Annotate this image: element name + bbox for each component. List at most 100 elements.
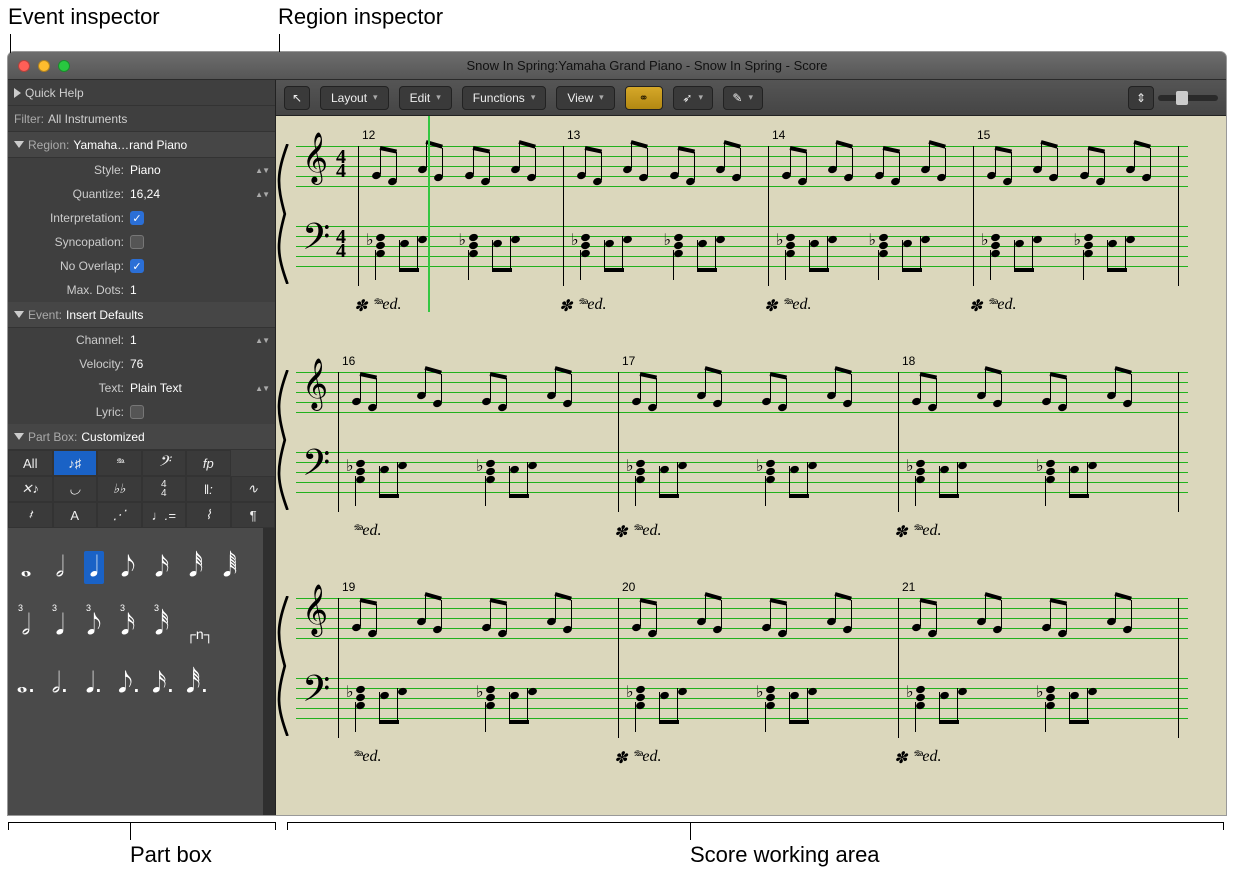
partbox-tab-timesig[interactable]: 44 — [142, 476, 187, 502]
triplet-thirtysecond-icon[interactable]: 3𝅘𝅥𝅰 — [152, 609, 172, 642]
note-group — [827, 372, 855, 422]
interpretation-checkbox[interactable]: ✓ — [130, 211, 144, 225]
partbox-tab-accidentals[interactable]: ♭♭ — [97, 476, 142, 502]
triplet-sixteenth-icon[interactable]: 3𝅘𝅥𝅯 — [118, 609, 138, 642]
partbox-tab-layout[interactable]: ¶ — [231, 502, 276, 528]
partbox-tab-notes[interactable]: ♪♯ — [53, 450, 98, 476]
filter-row[interactable]: Filter: All Instruments — [8, 106, 275, 132]
half-note-icon[interactable]: 𝅗𝅥 — [50, 551, 70, 584]
dotted-sixteenth-icon[interactable]: 𝅘𝅥𝅯. — [152, 667, 172, 700]
partbox-tab-pedal[interactable]: 𝆮 — [97, 450, 142, 476]
partbox-tab-barlines[interactable]: ‖: — [186, 476, 231, 502]
chevron-down-icon: ▾ — [531, 92, 536, 103]
leader-dot — [10, 34, 11, 35]
style-param[interactable]: Style: Piano ▲▼ — [8, 158, 275, 182]
eighth-note-icon[interactable]: 𝅘𝅥𝅮 — [118, 551, 138, 584]
note-group — [827, 598, 855, 648]
close-button[interactable] — [18, 60, 30, 72]
link-button[interactable]: ⚭ — [625, 86, 663, 110]
stepper-icon[interactable]: ▲▼ — [255, 384, 269, 393]
partbox-tab-all[interactable]: All — [8, 450, 53, 476]
zoom-slider[interactable] — [1158, 95, 1218, 101]
note-group: ♭ — [486, 678, 546, 738]
maximize-button[interactable] — [58, 60, 70, 72]
quarter-note-icon[interactable]: 𝅘𝅥 — [84, 551, 104, 584]
partbox-tab-arpeggio[interactable]: ⌇ — [186, 502, 231, 528]
note-group: ♭ — [581, 226, 641, 286]
partbox-tab-clef[interactable]: 𝄢 — [142, 450, 187, 476]
partbox-tab-tremolo[interactable]: ⋰ — [97, 502, 142, 528]
note-group: ♭ — [376, 226, 436, 286]
channel-param[interactable]: Channel: 1 ▲▼ — [8, 328, 275, 352]
zoom-thumb[interactable] — [1176, 91, 1188, 105]
lyric-checkbox[interactable]: ✓ — [130, 405, 144, 419]
back-tool-button[interactable]: ↖ — [284, 86, 310, 110]
triplet-half-icon[interactable]: 3𝅗𝅥 — [16, 609, 36, 642]
note-group — [977, 372, 1005, 422]
stepper-icon[interactable]: ▲▼ — [255, 166, 269, 175]
note-group — [1080, 146, 1108, 196]
chevron-right-icon — [14, 88, 21, 98]
bar-number: 19 — [342, 580, 355, 594]
note-group — [482, 372, 510, 422]
stepper-icon[interactable]: ▲▼ — [255, 336, 269, 345]
dotted-whole-icon[interactable]: 𝅝. — [16, 667, 36, 700]
partbox-tab-ornaments[interactable]: ∿ — [231, 476, 276, 502]
rest-icon: 𝄽 — [28, 507, 32, 523]
whole-note-icon[interactable]: 𝅝 — [16, 551, 36, 584]
maxdots-label: Max. Dots: — [14, 283, 124, 297]
playhead[interactable] — [428, 116, 430, 312]
partbox-tab-dotted[interactable]: ♩.= — [142, 502, 187, 528]
partbox-tab-noteheads[interactable]: ✕♪ — [8, 476, 53, 502]
dotted-half-icon[interactable]: 𝅗𝅥. — [50, 667, 70, 700]
pointer-icon: ➶ — [682, 91, 692, 105]
quick-help-label: Quick Help — [25, 86, 84, 100]
view-menu[interactable]: View▾ — [556, 86, 614, 110]
dotted-quarter-icon[interactable]: 𝅘𝅥. — [84, 667, 104, 700]
note-group — [547, 372, 575, 422]
syncopation-label: Syncopation: — [14, 235, 124, 249]
edit-menu[interactable]: Edit▾ — [399, 86, 452, 110]
palette-scrollbar[interactable] — [263, 528, 275, 815]
triplet-eighth-icon[interactable]: 3𝅘𝅥𝅮 — [84, 609, 104, 642]
sixtyfourth-note-icon[interactable]: 𝅘𝅥𝅱 — [220, 551, 240, 584]
pedal-mark: 𝆮ed. — [577, 296, 607, 314]
partbox-tab-slurs[interactable]: ◡ — [53, 476, 98, 502]
score-working-area[interactable]: 𝄞44𝄢4412131415♭♭𝆮ed.✽♭♭𝆮ed.✽♭♭𝆮ed.✽♭♭𝆮ed… — [276, 116, 1226, 815]
velocity-param[interactable]: Velocity: 76 — [8, 352, 275, 376]
functions-menu[interactable]: Functions ▾ — [462, 86, 547, 110]
ntuplet-icon[interactable]: ┌n┐ — [186, 626, 206, 642]
nooverlap-checkbox[interactable]: ✓ — [130, 259, 144, 273]
partbox-tab-dynamics[interactable]: fp — [186, 450, 231, 476]
note-group — [697, 372, 725, 422]
event-header-row[interactable]: Event: Insert Defaults — [8, 302, 275, 328]
note-group — [352, 598, 380, 648]
sixteenth-note-icon[interactable]: 𝅘𝅥𝅯 — [152, 551, 172, 584]
vertical-zoom-button[interactable]: ⇕ — [1128, 86, 1154, 110]
region-header-row[interactable]: Region: Yamaha…rand Piano — [8, 132, 275, 158]
quantize-param[interactable]: Quantize: 16,24 ▲▼ — [8, 182, 275, 206]
text-param[interactable]: Text: Plain Text ▲▼ — [8, 376, 275, 400]
partbox-tab-rests[interactable]: 𝄽 — [8, 502, 53, 528]
dotted-thirtysecond-icon[interactable]: 𝅘𝅥𝅰. — [186, 667, 206, 700]
timesig-icon: 44 — [161, 480, 167, 498]
stepper-icon[interactable]: ▲▼ — [255, 190, 269, 199]
pedal-release-mark: ✽ — [614, 748, 627, 768]
quick-help-row[interactable]: Quick Help — [8, 80, 275, 106]
maxdots-param[interactable]: Max. Dots: 1 — [8, 278, 275, 302]
thirtysecond-note-icon[interactable]: 𝅘𝅥𝅰 — [186, 551, 206, 584]
functions-label: Functions — [473, 91, 525, 105]
triplet-quarter-icon[interactable]: 3𝅘𝅥 — [50, 609, 70, 642]
note-group — [1033, 146, 1061, 196]
syncopation-checkbox[interactable]: ✓ — [130, 235, 144, 249]
note-group: ♭ — [636, 452, 696, 512]
partbox-tab-text[interactable]: A — [53, 502, 98, 528]
pencil-tool[interactable]: ✎▾ — [723, 86, 763, 110]
chevron-down-icon — [14, 433, 24, 440]
layout-menu[interactable]: Layout▾ — [320, 86, 389, 110]
dotted-eighth-icon[interactable]: 𝅘𝅥𝅮. — [118, 667, 138, 700]
pointer-tool[interactable]: ➶▾ — [673, 86, 713, 110]
minimize-button[interactable] — [38, 60, 50, 72]
annotation-score-area: Score working area — [690, 842, 880, 868]
partbox-header-row[interactable]: Part Box: Customized — [8, 424, 275, 450]
